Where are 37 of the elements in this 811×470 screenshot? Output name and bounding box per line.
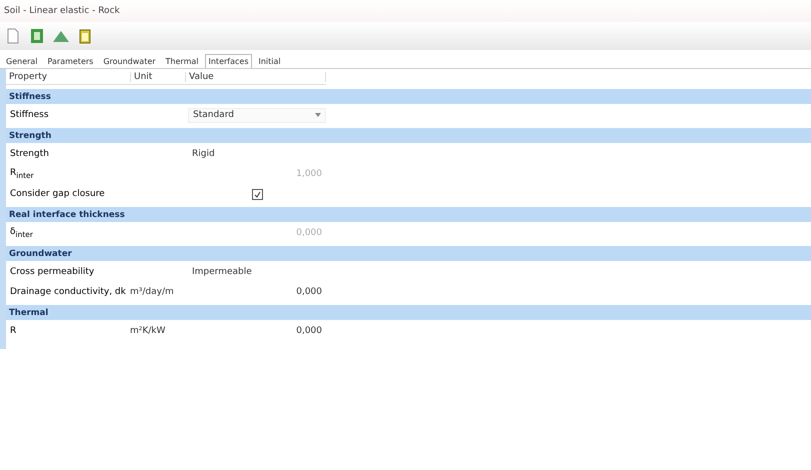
property-label: Drainage conductivity, dk [10, 287, 127, 297]
section-title: Strength [9, 130, 52, 140]
tab[interactable]: Groundwater [99, 54, 160, 68]
tab[interactable]: Parameters [44, 54, 98, 68]
column-header: Property [6, 72, 131, 82]
property-label: R$_{inter}$ [10, 168, 35, 180]
column-header: Value [186, 72, 326, 82]
document-icon [6, 28, 20, 44]
unit-text: m²K/kW [130, 326, 166, 336]
tab[interactable]: Thermal [162, 54, 202, 68]
section-title: Thermal [9, 308, 48, 318]
value-dropdown[interactable]: Standard [188, 108, 326, 122]
value-field[interactable]: 0,000 [188, 287, 326, 297]
property-label: Cross permeability [10, 267, 96, 277]
unit-text: m³/day/m [130, 287, 175, 297]
section-title: Stiffness [9, 92, 51, 102]
window-title: Soil - Linear elastic - Rock [4, 6, 120, 16]
caret-icon [315, 113, 321, 117]
tab[interactable]: General [2, 54, 42, 68]
value-text: Rigid [191, 149, 216, 159]
spreadsheet-icon [30, 28, 44, 44]
tab[interactable]: Interfaces [204, 54, 252, 68]
clipboard-icon [79, 28, 91, 44]
property-label: Stiffness [10, 110, 50, 120]
section-title: Real interface thickness [9, 210, 125, 220]
checkbox[interactable] [252, 188, 262, 200]
property-label: Strength [10, 149, 50, 159]
value-field[interactable]: 0,000 [188, 326, 326, 336]
property-label: R [10, 326, 18, 336]
section-title: Groundwater [9, 248, 72, 258]
property-label: Consider gap closure [10, 189, 106, 199]
column-header: Unit [131, 72, 186, 82]
property-label: δ$_{inter}$ [10, 227, 34, 239]
mountain-icon [53, 29, 69, 43]
sheet-button[interactable] [28, 27, 46, 45]
value-text: Impermeable [191, 267, 253, 277]
tab[interactable]: Initial [254, 54, 285, 68]
